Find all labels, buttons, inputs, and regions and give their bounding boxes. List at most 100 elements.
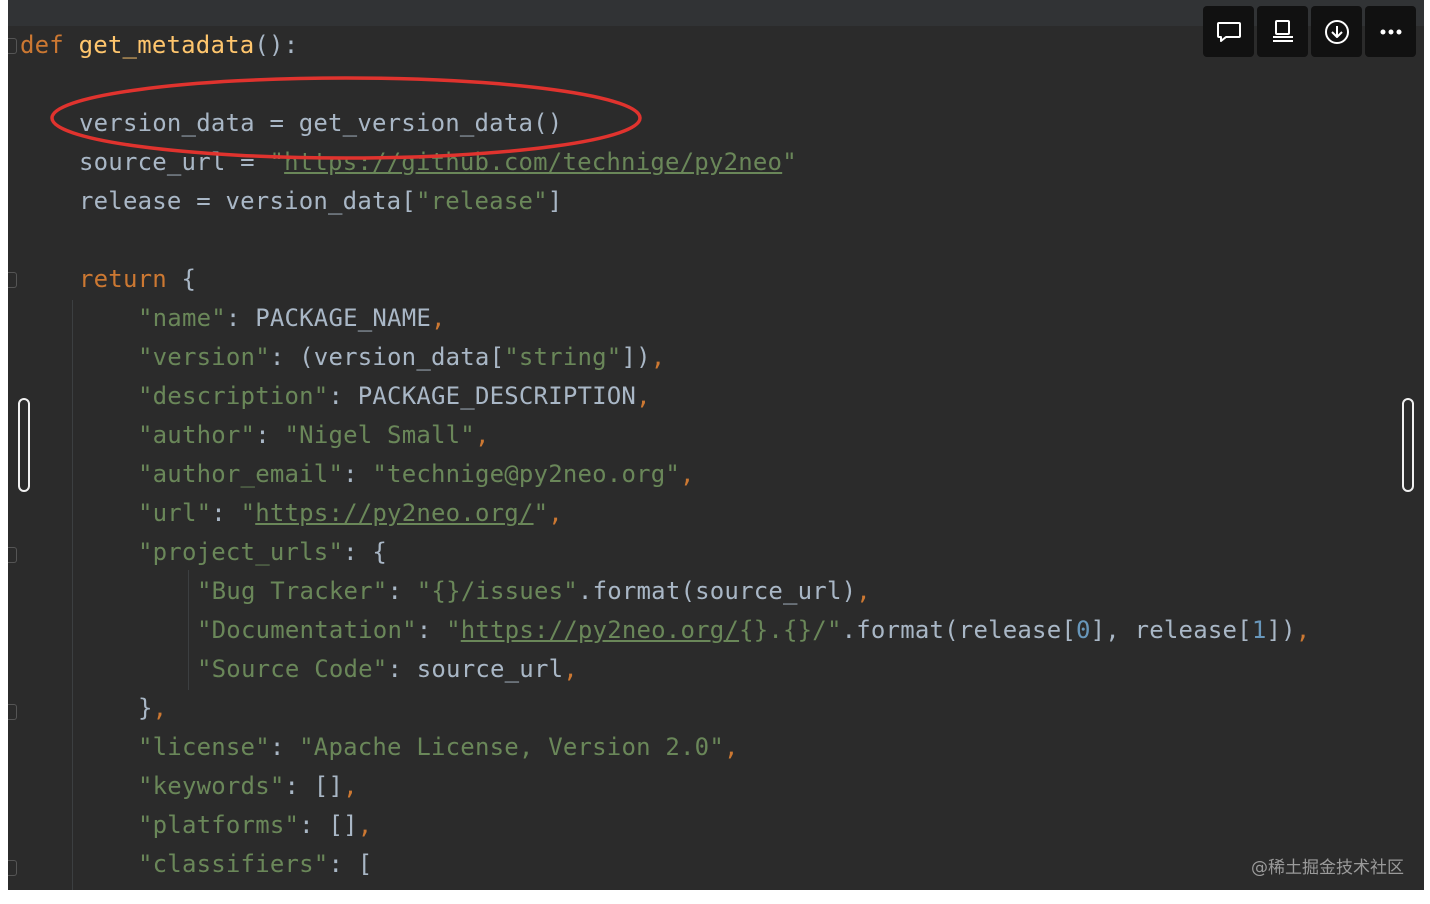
colon: :	[255, 421, 285, 449]
version-data-assignment: version_data = get_version_data()	[79, 109, 563, 137]
string-quote: "	[269, 148, 285, 176]
dict-value: : PACKAGE_DESCRIPTION	[328, 382, 637, 410]
code-line-13: "Bug Tracker": "{}/issues".format(source…	[197, 576, 871, 606]
more-button[interactable]	[1365, 6, 1416, 57]
download-button[interactable]	[1311, 6, 1362, 57]
format-call: .format(release[	[841, 616, 1076, 644]
left-resize-handle[interactable]	[18, 398, 30, 492]
string-literal: "release"	[415, 187, 548, 215]
comma: ,	[431, 304, 446, 332]
docs-url-link[interactable]: https://py2neo.org/	[461, 616, 739, 644]
dict-key: "project_urls"	[138, 538, 344, 566]
number-literal: 0	[1076, 616, 1091, 644]
comma: ,	[856, 577, 871, 605]
return-keyword: return	[79, 265, 167, 293]
comment-button[interactable]	[1203, 6, 1254, 57]
right-resize-handle[interactable]	[1402, 398, 1414, 492]
dict-value: : []	[284, 772, 344, 800]
comma: ,	[548, 499, 563, 527]
colon: :	[211, 499, 241, 527]
fold-marker[interactable]	[8, 860, 17, 876]
code-line-3: source_url = "https://github.com/technig…	[79, 147, 797, 177]
code-line-7: "version": (version_data["string"]),	[138, 342, 665, 372]
code-line-2: version_data = get_version_data()	[79, 108, 562, 138]
comment-icon	[1216, 21, 1241, 42]
fold-marker[interactable]	[8, 272, 17, 288]
comma: ,	[343, 772, 358, 800]
bracket: : [	[328, 850, 373, 878]
code-line-17: "license": "Apache License, Version 2.0"…	[138, 732, 739, 762]
code-line-16: },	[138, 693, 167, 723]
release-assignment: release = version_data[	[79, 187, 416, 215]
comma: ,	[563, 655, 578, 683]
code-line-14: "Documentation": "https://py2neo.org/{}.…	[197, 615, 1310, 645]
function-signature: ():	[254, 31, 299, 59]
string-quote: "	[240, 499, 256, 527]
code-line-11: "url": "https://py2neo.org/",	[138, 498, 563, 528]
code-line-8: "description": PACKAGE_DESCRIPTION,	[138, 381, 651, 411]
dict-key: "license"	[138, 733, 270, 761]
bracket: ])	[621, 343, 651, 371]
string-quote: "	[782, 148, 797, 176]
fold-marker[interactable]	[8, 704, 17, 720]
comma: ,	[636, 382, 651, 410]
fold-marker[interactable]	[8, 38, 17, 54]
download-icon	[1324, 19, 1349, 44]
dict-key: "description"	[138, 382, 329, 410]
dict-key: "keywords"	[138, 772, 285, 800]
bracket: ]	[547, 187, 563, 215]
dict-key: "platforms"	[138, 811, 300, 839]
bracket: ])	[1266, 616, 1296, 644]
number-literal: 1	[1251, 616, 1267, 644]
code-line-9: "author": "Nigel Small",	[138, 420, 490, 450]
dict-key: "classifiers"	[138, 850, 329, 878]
colon: :	[416, 616, 447, 644]
image-toolbar	[1203, 6, 1416, 57]
comma: ,	[1295, 616, 1311, 644]
colon: :	[387, 577, 417, 605]
code-line-18: "keywords": [],	[138, 771, 358, 801]
py2neo-url-link[interactable]: https://py2neo.org/	[255, 499, 533, 527]
code-line-12: "project_urls": {	[138, 537, 387, 567]
code-editor[interactable]: def get_metadata(): version_data = get_v…	[8, 0, 1424, 890]
string-literal: "technige@py2neo.org"	[372, 460, 681, 488]
fold-marker[interactable]	[8, 547, 17, 563]
dict-key: "name"	[138, 304, 226, 332]
index-expression: ], release[	[1090, 616, 1252, 644]
code-line-4: release = version_data["release"]	[79, 186, 562, 216]
github-url-link[interactable]: https://github.com/technige/py2neo	[284, 148, 782, 176]
string-literal: "string"	[504, 343, 622, 371]
string-quote: "	[446, 616, 461, 644]
dict-value: : PACKAGE_NAME	[225, 304, 431, 332]
comma: ,	[474, 421, 490, 449]
string-literal: "Apache License, Version 2.0"	[299, 733, 724, 761]
dict-value: : []	[299, 811, 358, 839]
dict-key: "Bug Tracker"	[197, 577, 388, 605]
comma: ,	[650, 343, 666, 371]
dict-key: "Source Code"	[197, 655, 388, 683]
brace: : {	[343, 538, 388, 566]
string-quote: "	[533, 499, 549, 527]
dict-value: : source_url	[387, 655, 564, 683]
dict-key: "author_email"	[138, 460, 344, 488]
watermark: @稀土掘金技术社区	[1251, 858, 1404, 878]
comma: ,	[680, 460, 695, 488]
source-url-assignment: source_url =	[79, 148, 270, 176]
screen-share-icon	[1272, 19, 1293, 42]
string-literal: "Nigel Small"	[284, 421, 475, 449]
code-line-20: "classifiers": [	[138, 849, 372, 879]
dict-value: : (version_data[	[269, 343, 505, 371]
def-keyword: def	[20, 31, 64, 59]
comma: ,	[723, 733, 739, 761]
string-literal: {}.{}/"	[739, 616, 842, 644]
code-line-19: "platforms": [],	[138, 810, 372, 840]
dict-key: "url"	[138, 499, 212, 527]
code-line-5: return {	[79, 264, 196, 294]
code-line-1: def get_metadata():	[20, 30, 298, 60]
colon: :	[269, 733, 300, 761]
screen-share-button[interactable]	[1257, 6, 1308, 57]
format-call: .format(source_url)	[577, 577, 857, 605]
code-line-15: "Source Code": source_url,	[197, 654, 578, 684]
comma: ,	[357, 811, 373, 839]
dict-key: "author"	[138, 421, 256, 449]
